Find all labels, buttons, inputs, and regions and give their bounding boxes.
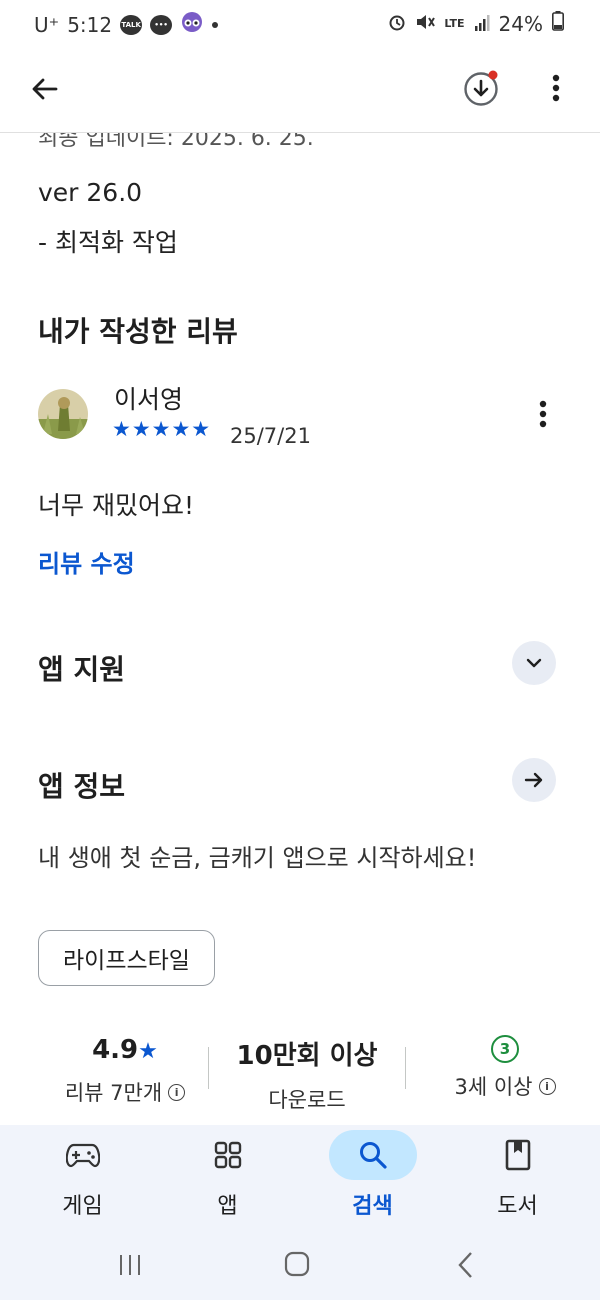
home-button[interactable] xyxy=(284,1251,310,1277)
downloads-stat: 10만회 이상 다운로드 xyxy=(218,1035,396,1114)
age-rating-badge-icon: 3 xyxy=(491,1035,519,1063)
bottom-navigation: 게임 앱 검색 도서 xyxy=(0,1125,600,1300)
app-support-expand-button[interactable] xyxy=(512,641,556,685)
nav-label-search: 검색 xyxy=(352,1194,393,1219)
apps-grid-icon xyxy=(214,1141,241,1169)
rating-value: 4.9 xyxy=(92,1035,139,1065)
chat-bubble-icon: ••• xyxy=(150,14,173,35)
downloads-button[interactable] xyxy=(462,69,502,109)
clock: 5:12 xyxy=(67,12,113,37)
info-icon[interactable]: i xyxy=(168,1083,186,1101)
nav-items: 게임 앱 검색 도서 xyxy=(0,1125,600,1220)
book-icon xyxy=(505,1139,530,1171)
status-left: U⁺ 5:12 TALK ••• xyxy=(34,11,219,38)
nav-pill xyxy=(474,1130,562,1180)
nav-item-apps[interactable]: 앱 xyxy=(158,1130,298,1220)
more-options-button[interactable] xyxy=(546,72,566,106)
review-count-label: 리뷰 7만개 xyxy=(64,1081,163,1105)
downloads-value: 10만회 이상 xyxy=(236,1041,378,1071)
star-rating: ★★★★★ xyxy=(112,417,212,441)
avatar xyxy=(38,389,88,439)
age-badge-wrap: 3 xyxy=(410,1035,600,1063)
download-icon xyxy=(464,70,498,106)
nav-pill xyxy=(184,1130,272,1180)
app-info-heading[interactable]: 앱 정보 xyxy=(38,765,125,805)
battery-percent: 24% xyxy=(498,11,543,36)
nav-pill-active xyxy=(328,1130,417,1180)
search-icon xyxy=(359,1142,387,1169)
nav-item-games[interactable]: 게임 xyxy=(13,1130,153,1220)
info-icon[interactable]: i xyxy=(538,1077,556,1095)
review-text: 너무 재밌어요! xyxy=(38,491,194,520)
network-type: LTE xyxy=(444,16,465,30)
my-review-heading: 내가 작성한 리뷰 xyxy=(38,315,238,348)
rating-label-row: 리뷰 7만개 i xyxy=(30,1077,220,1107)
category-chip[interactable]: 라이프스타일 xyxy=(38,930,215,986)
back-button[interactable] xyxy=(28,72,62,106)
nav-label-apps: 앱 xyxy=(217,1194,238,1219)
stat-divider xyxy=(208,1047,209,1089)
review-more-button[interactable] xyxy=(533,398,553,432)
recent-apps-icon xyxy=(120,1255,140,1275)
age-rating-stat: 3 3세 이상 i xyxy=(410,1035,600,1101)
review-date: 25/7/21 xyxy=(230,424,311,448)
more-vert-icon xyxy=(539,400,547,428)
home-icon xyxy=(284,1251,310,1277)
battery-icon xyxy=(552,11,564,36)
nav-pill xyxy=(39,1130,127,1180)
status-bar: U⁺ 5:12 TALK ••• LTE 24% xyxy=(0,0,600,50)
update-note: - 최적화 작업 xyxy=(38,228,178,257)
more-notifications-dot xyxy=(212,21,219,28)
status-right: LTE 24% xyxy=(388,11,564,36)
stat-divider xyxy=(405,1047,406,1089)
signal-icon xyxy=(474,12,490,36)
nav-item-search[interactable]: 검색 xyxy=(303,1130,443,1220)
app-info-arrow-button[interactable] xyxy=(512,758,556,802)
arrow-back-icon xyxy=(32,78,58,100)
chevron-down-icon xyxy=(526,658,542,668)
version-text: ver 26.0 xyxy=(38,178,143,207)
notification-dot xyxy=(488,70,498,80)
more-vert-icon xyxy=(552,74,560,102)
age-label-row: 3세 이상 i xyxy=(410,1071,600,1101)
arrow-forward-icon xyxy=(524,772,543,788)
alarm-icon xyxy=(388,12,406,36)
kakaotalk-icon: TALK xyxy=(120,14,143,35)
rating-star-icon: ★ xyxy=(138,1039,158,1064)
top-app-bar xyxy=(0,50,600,133)
rating-value-row: 4.9★ xyxy=(30,1035,220,1065)
system-back-button[interactable] xyxy=(456,1251,476,1279)
gamepad-icon xyxy=(65,1143,100,1168)
nav-label-books: 도서 xyxy=(497,1194,538,1219)
game-character-icon xyxy=(180,11,204,38)
age-rating-label: 3세 이상 xyxy=(454,1075,533,1099)
chevron-left-icon xyxy=(458,1252,472,1278)
nav-item-books[interactable]: 도서 xyxy=(448,1130,588,1220)
downloads-label: 다운로드 xyxy=(268,1088,346,1112)
edit-review-link[interactable]: 리뷰 수정 xyxy=(38,544,135,579)
reviewer-name: 이서영 xyxy=(114,385,184,414)
app-support-heading[interactable]: 앱 지원 xyxy=(38,648,125,688)
app-description: 내 생애 첫 순금, 금캐기 앱으로 시작하세요! xyxy=(38,844,477,872)
carrier-label: U⁺ xyxy=(34,12,60,37)
nav-label-games: 게임 xyxy=(62,1194,103,1219)
recent-apps-button[interactable] xyxy=(118,1253,142,1277)
rating-stat: 4.9★ 리뷰 7만개 i xyxy=(30,1035,220,1107)
mute-icon xyxy=(415,12,436,36)
